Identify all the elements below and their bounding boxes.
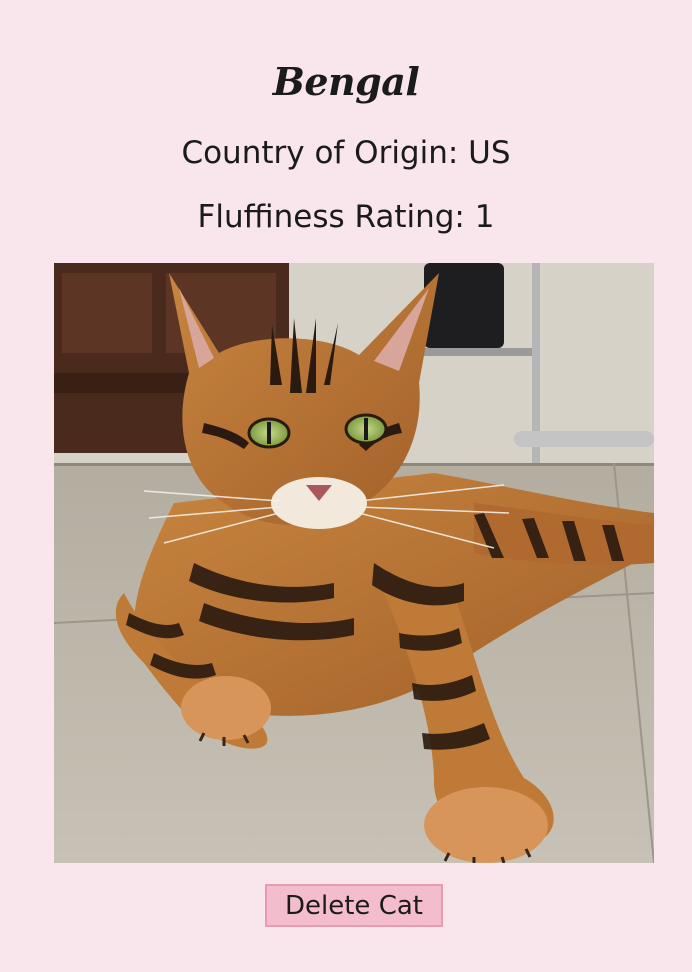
fluffiness-rating: Fluffiness Rating: 1 [197,199,495,235]
country-of-origin: Country of Origin: US [181,135,511,171]
cat-photo [54,263,654,863]
cat-card: Bengal Country of Origin: US Fluffiness … [0,0,692,972]
delete-cat-button[interactable]: Delete Cat [265,884,443,927]
cat-name-heading: Bengal [272,59,420,104]
